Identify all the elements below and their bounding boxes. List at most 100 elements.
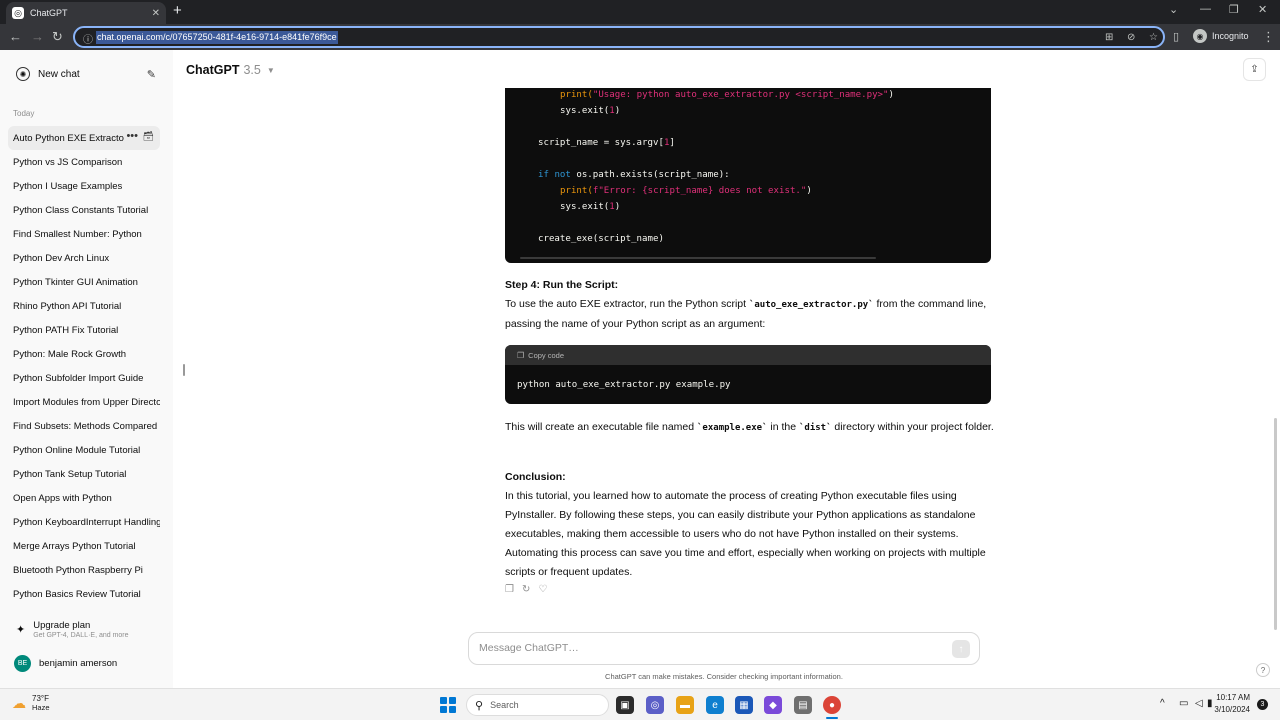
teams-chat-icon[interactable]: ◎ bbox=[646, 696, 664, 714]
history-item[interactable]: Python vs JS Comparison bbox=[8, 150, 160, 174]
model-selector[interactable]: ChatGPT 3.5 ▼ bbox=[186, 63, 275, 77]
thumbs-down-icon[interactable]: ♡ bbox=[538, 584, 547, 595]
regenerate-icon[interactable]: ↻ bbox=[522, 584, 530, 595]
history-item[interactable]: Python: Male Rock Growth bbox=[8, 342, 160, 366]
vscode-icon[interactable]: ◆ bbox=[764, 696, 782, 714]
browser-tab[interactable]: ◎ ChatGPT ✕ bbox=[6, 2, 166, 24]
copy-code-button[interactable]: ❐ Copy code bbox=[505, 345, 991, 365]
new-chat-button[interactable]: ✺ New chat ✎ bbox=[8, 60, 160, 88]
copy-code-label: Copy code bbox=[528, 350, 565, 360]
more-options-icon[interactable]: ••• bbox=[124, 130, 138, 142]
history-item[interactable]: Python Subfolder Import Guide bbox=[8, 366, 160, 390]
conclusion-paragraph: In this tutorial, you learned how to aut… bbox=[505, 490, 986, 578]
network-icon[interactable]: ▭ bbox=[1179, 698, 1188, 709]
share-button[interactable]: ⇪ bbox=[1243, 58, 1266, 81]
code-text: print( bbox=[560, 90, 593, 100]
start-button[interactable] bbox=[440, 697, 456, 713]
new-tab-icon[interactable]: + bbox=[173, 3, 182, 19]
notification-badge[interactable]: 3 bbox=[1257, 699, 1268, 710]
code-keyword: if bbox=[538, 170, 549, 180]
weather-temp: 73°F bbox=[32, 694, 49, 703]
text: To use the auto EXE extractor, run the P… bbox=[505, 298, 749, 310]
history-item-label: Import Modules from Upper Directory bbox=[13, 396, 160, 408]
history-item[interactable]: Bluetooth Python Raspberry Pi bbox=[8, 558, 160, 582]
clock[interactable]: 10:17 AM 3/10/2024 bbox=[1212, 693, 1250, 714]
history-item-label: Python KeyboardInterrupt Handling bbox=[13, 516, 160, 528]
browser-menu-icon[interactable]: ⋮ bbox=[1262, 29, 1275, 45]
history-item[interactable]: Merge Arrays Python Tutorial bbox=[8, 534, 160, 558]
tracking-blocked-icon[interactable]: ⊘ bbox=[1127, 32, 1135, 43]
chatgpt-favicon-icon: ◎ bbox=[12, 7, 24, 19]
code-horizontal-scrollbar[interactable] bbox=[520, 257, 876, 259]
history-item[interactable]: Python PATH Fix Tutorial bbox=[8, 318, 160, 342]
history-item[interactable]: Python Tank Setup Tutorial bbox=[8, 462, 160, 486]
history-item-active[interactable]: Auto Python EXE Extractor ••• 🗃 bbox=[8, 126, 160, 150]
history-item[interactable]: Python Dev Arch Linux bbox=[8, 246, 160, 270]
bookmark-star-icon[interactable]: ☆ bbox=[1149, 32, 1158, 43]
volume-icon[interactable]: ◁ bbox=[1195, 698, 1203, 709]
history-item[interactable]: Find Smallest Number: Python bbox=[8, 222, 160, 246]
send-button[interactable]: ↑ bbox=[952, 640, 970, 658]
history-item[interactable]: Python I Usage Examples bbox=[8, 174, 160, 198]
history-item[interactable]: Open Apps with Python bbox=[8, 486, 160, 510]
help-button[interactable]: ? bbox=[1256, 663, 1270, 677]
clipboard-icon: ❐ bbox=[517, 350, 525, 360]
sidebar-collapse-handle[interactable] bbox=[183, 364, 185, 376]
tab-close-icon[interactable]: ✕ bbox=[152, 8, 160, 19]
copy-icon[interactable]: ❐ bbox=[505, 584, 514, 595]
forward-icon[interactable]: → bbox=[31, 29, 44, 45]
task-view-icon[interactable]: ▣ bbox=[616, 696, 634, 714]
history-item[interactable]: Import Modules from Upper Directory bbox=[8, 390, 160, 414]
upgrade-subtitle: Get GPT-4, DALL·E, and more bbox=[33, 631, 129, 639]
upgrade-plan-button[interactable]: ✦ Upgrade plan Get GPT-4, DALL·E, and mo… bbox=[8, 616, 160, 642]
code-string: f"Error: {script_name} does not exist." bbox=[592, 186, 807, 196]
omnibox[interactable]: ⓘ chat.openai.com/c/07657250-481f-4e16-9… bbox=[73, 26, 1165, 48]
history-item-label: Open Apps with Python bbox=[13, 492, 112, 504]
windows-taskbar: ☁ 73°F Haze ⚲ Search ▣ ◎ ▬ e ▦ ◆ ▤ ● ^ ▭… bbox=[0, 688, 1280, 720]
reload-icon[interactable]: ↻ bbox=[52, 29, 63, 45]
taskbar-search[interactable]: ⚲ Search bbox=[466, 694, 609, 716]
edge-icon[interactable]: e bbox=[706, 696, 724, 714]
compose-icon[interactable]: ✎ bbox=[147, 68, 156, 81]
page-scrollbar[interactable] bbox=[1274, 418, 1277, 630]
store-icon[interactable]: ▦ bbox=[735, 696, 753, 714]
history-item[interactable]: Rhino Python API Tutorial bbox=[8, 294, 160, 318]
code-text: os.path.exists(script_name): bbox=[570, 170, 730, 180]
incognito-indicator[interactable]: ◉ Incognito bbox=[1193, 29, 1249, 43]
history-item-label: Python Class Constants Tutorial bbox=[13, 204, 149, 216]
chrome-icon[interactable]: ● bbox=[823, 696, 841, 714]
url-text[interactable]: chat.openai.com/c/07657250-481f-4e16-971… bbox=[96, 31, 338, 44]
history-item[interactable]: Python KeyboardInterrupt Handling bbox=[8, 510, 160, 534]
history-item[interactable]: Python Basics Review Tutorial bbox=[8, 582, 160, 606]
new-chat-label: New chat bbox=[38, 68, 80, 80]
tab-title: ChatGPT bbox=[30, 8, 68, 18]
window-close-icon[interactable]: ✕ bbox=[1258, 3, 1267, 16]
sidebar: ✺ New chat ✎ Today Auto Python EXE Extra… bbox=[0, 50, 173, 688]
tray-chevron-icon[interactable]: ^ bbox=[1160, 698, 1165, 709]
active-app-indicator bbox=[826, 717, 838, 719]
code-content: print("Usage: python auto_exe_extractor.… bbox=[505, 88, 894, 244]
restore-icon[interactable]: ❐ bbox=[1229, 3, 1239, 16]
disclaimer: ChatGPT can make mistakes. Consider chec… bbox=[605, 672, 843, 681]
message-actions: ❐ ↻ ♡ bbox=[505, 584, 547, 595]
tab-search-chevron-icon[interactable]: ⌄ bbox=[1169, 3, 1178, 16]
user-name: benjamin amerson bbox=[39, 657, 118, 669]
message-input[interactable] bbox=[479, 642, 919, 654]
back-icon[interactable]: ← bbox=[9, 29, 22, 45]
history-item-label: Python Tank Setup Tutorial bbox=[13, 468, 127, 480]
history-item-label: Python: Male Rock Growth bbox=[13, 348, 126, 360]
file-explorer-icon[interactable]: ▬ bbox=[676, 696, 694, 714]
history-item[interactable]: Python Tkinter GUI Animation bbox=[8, 270, 160, 294]
install-app-icon[interactable]: ⊞ bbox=[1105, 32, 1113, 43]
history-section-label: Today bbox=[13, 109, 35, 118]
side-panel-icon[interactable]: ▯ bbox=[1173, 29, 1179, 45]
weather-widget[interactable]: ☁ 73°F Haze bbox=[12, 694, 50, 712]
app-icon[interactable]: ▤ bbox=[794, 696, 812, 714]
site-info-icon[interactable]: ⓘ bbox=[83, 31, 93, 46]
history-item-label: Merge Arrays Python Tutorial bbox=[13, 540, 136, 552]
archive-icon[interactable]: 🗃 bbox=[142, 131, 154, 142]
history-item[interactable]: Python Online Module Tutorial bbox=[8, 438, 160, 462]
history-item[interactable]: Find Subsets: Methods Compared bbox=[8, 414, 160, 438]
minimize-icon[interactable]: — bbox=[1200, 3, 1211, 15]
history-item[interactable]: Python Class Constants Tutorial bbox=[8, 198, 160, 222]
